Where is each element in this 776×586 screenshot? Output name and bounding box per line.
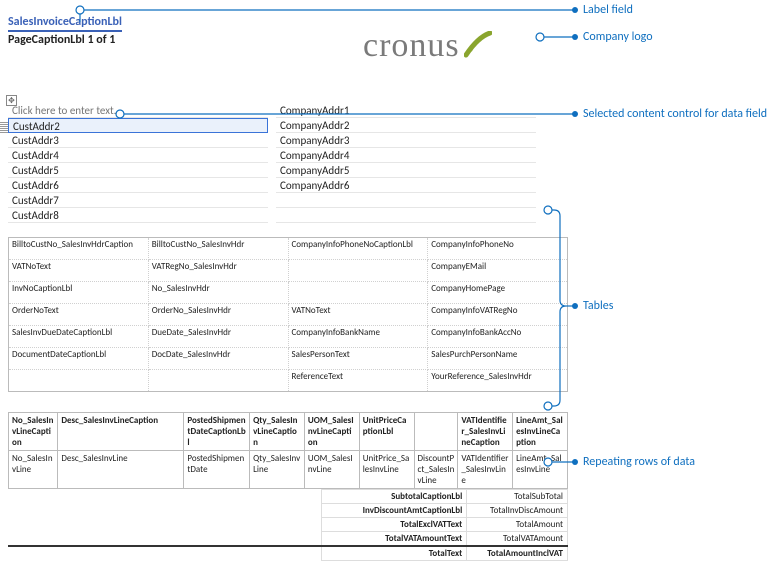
page-total: 1 [109,33,115,47]
lines-header: Qty_SalesInvLineCaption [250,413,305,451]
lines-header: LineAmt_SalesInvLineCaption [513,413,568,451]
info-cell: DueDate_SalesInvHdr [148,326,288,348]
lines-header: UOM_SalesInvLineCaption [304,413,359,451]
cust-addr-6: CustAddr6 [8,178,268,193]
company-addr-4: CompanyAddr4 [276,148,536,163]
company-addr-8 [276,208,536,223]
cust-addr-5: CustAddr5 [8,163,268,178]
report-title-label: SalesInvoiceCaptionLbl [8,15,122,32]
info-cell: CompanyInfoVATRegNo [428,304,568,326]
info-cell: InvNoCaptionLbl [9,282,149,304]
lines-cell: Qty_SalesInvLine [250,451,305,489]
cust-addr-8: CustAddr8 [8,208,268,223]
info-cell: OrderNo_SalesInvHdr [148,304,288,326]
info-cell [288,260,428,282]
table-row: No_SalesInvLineDesc_SalesInvLinePostedSh… [9,451,568,489]
lines-header: No_SalesInvLineCaption [9,413,58,451]
info-cell: CompanyInfoPhoneNoCaptionLbl [288,238,428,260]
lines-cell: PostedShipmentDate [184,451,250,489]
callout-repeating-rows: Repeating rows of data [583,455,695,469]
page-current: 1 [87,33,93,47]
info-cell [9,370,149,392]
address-block: Click here to enter text. CompanyAddr1 Cus… [8,103,568,223]
total-label: TotalText [321,546,466,561]
company-addr-5: CompanyAddr5 [276,163,536,178]
lines-cell: No_SalesInvLine [9,451,58,489]
company-addr-3: CompanyAddr3 [276,133,536,148]
callout-selected-content-control: Selected content control for data field [583,107,773,121]
info-cell: ReferenceText [288,370,428,392]
info-cell [148,370,288,392]
total-label: InvDiscountAmtCaptionLbl [321,504,466,518]
lines-cell: Desc_SalesInvLine [58,451,184,489]
info-cell: VATNoText [9,260,149,282]
totals-table: SubtotalCaptionLblTotalSubTotalInvDiscou… [8,489,568,561]
lines-header: Desc_SalesInvLineCaption [58,413,184,451]
swoosh-icon [464,31,492,61]
info-cell: CompanyInfoPhoneNo [428,238,568,260]
page-of: of [96,33,106,47]
callout-tables: Tables [583,299,613,313]
total-label: TotalVATAmountText [321,532,466,547]
total-value: TotalVATAmount [467,532,568,547]
lines-table: No_SalesInvLineCaptionDesc_SalesInvLineC… [8,412,568,489]
info-cell: YourReference_SalesInvHdr [428,370,568,392]
lines-header: PostedShipmentDateCaptionLbl [184,413,250,451]
info-cell: CompanyInfoBankAccNo [428,326,568,348]
info-cell: No_SalesInvHdr [148,282,288,304]
company-logo-text: cronus [363,27,460,65]
callout-label-field: Label field [583,3,633,17]
lines-cell: LineAmt_SalesInvLine [513,451,568,489]
info-cell [288,282,428,304]
lines-cell: UOM_SalesInvLine [304,451,359,489]
lines-cell: VATIdentifier_SalesInvLine [458,451,513,489]
info-cell: SalesPurchPersonName [428,348,568,370]
info-cell: OrderNoText [9,304,149,326]
header-info-table: BilltoCustNo_SalesInvHdrCaptionBilltoCus… [8,237,568,392]
company-addr-1: CompanyAddr1 [276,103,536,118]
page-caption-label: PageCaptionLbl [8,33,85,47]
info-cell: DocumentDateCaptionLbl [9,348,149,370]
cust-addr-7: CustAddr7 [8,193,268,208]
table-move-handle-icon[interactable]: ✥ [6,95,17,106]
info-cell: SalesInvDueDateCaptionLbl [9,326,149,348]
total-label: SubtotalCaptionLbl [321,490,466,504]
lines-cell: DiscountPct_SalesInvLine [414,451,458,489]
lines-header: VATIdentifier_SalesInvLineCaption [458,413,513,451]
cust-addr-4: CustAddr4 [8,148,268,163]
info-cell: DocDate_SalesInvHdr [148,348,288,370]
callout-company-logo: Company logo [583,30,653,44]
info-cell: BilltoCustNo_SalesInvHdrCaption [9,238,149,260]
lines-header [414,413,458,451]
info-cell: CompanyEMail [428,260,568,282]
lines-cell: UnitPrice_SalesInvLine [359,451,414,489]
company-logo: cronus [363,27,492,65]
company-addr-7 [276,193,536,208]
info-cell: VATNoText [288,304,428,326]
total-label: TotalExclVATText [321,518,466,532]
info-cell: BilltoCustNo_SalesInvHdr [148,238,288,260]
row-grip-icon[interactable] [0,121,8,133]
total-value: TotalSubTotal [467,490,568,504]
info-cell: CompanyInfoBankName [288,326,428,348]
company-addr-2: CompanyAddr2 [276,118,536,133]
info-cell: CompanyHomePage [428,282,568,304]
lines-header: UnitPriceCaptionLbl [359,413,414,451]
total-value: TotalAmountInclVAT [467,546,568,561]
cust-addr-1[interactable]: Click here to enter text. [8,103,268,118]
total-value: TotalInvDiscAmount [467,504,568,518]
cust-addr-3: CustAddr3 [8,133,268,148]
info-cell: SalesPersonText [288,348,428,370]
cust-addr-2[interactable]: CustAddr2 [8,118,268,133]
company-addr-6: CompanyAddr6 [276,178,536,193]
document-area: SalesInvoiceCaptionLbl PageCaptionLbl 1 … [8,15,568,561]
info-cell: VATRegNo_SalesInvHdr [148,260,288,282]
total-value: TotalAmount [467,518,568,532]
